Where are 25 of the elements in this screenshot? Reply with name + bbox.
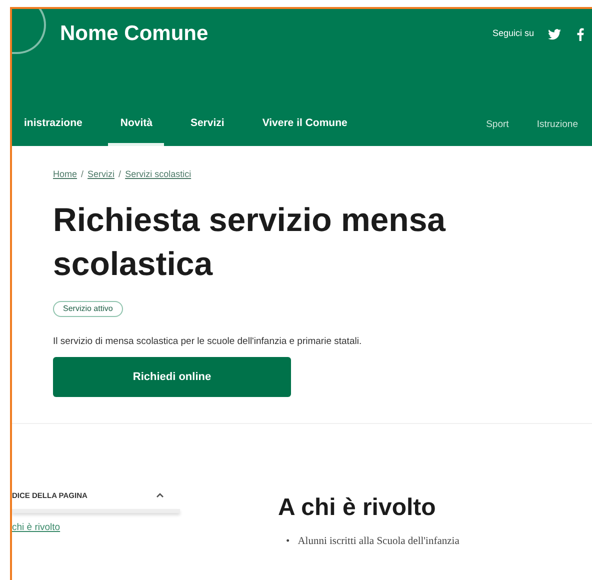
caret-icon[interactable] <box>156 492 164 498</box>
logo-icon <box>12 9 46 54</box>
facebook-icon[interactable] <box>577 28 584 40</box>
secondary-nav-link[interactable]: Sport <box>472 104 523 146</box>
status-badge: Servizio attivo <box>53 300 123 317</box>
section-heading: A chi è rivolto <box>278 492 437 523</box>
nav-tab[interactable]: Novità <box>108 104 164 146</box>
follow-label: Seguici su <box>492 27 534 40</box>
breadcrumb-link[interactable]: Servizi <box>88 169 115 179</box>
bullet-text: Alunni iscritti alla Scuola dell'infanzia <box>298 534 460 549</box>
breadcrumb-link[interactable]: Servizi scolastici <box>125 169 192 179</box>
nav-tab[interactable]: inistrazione <box>12 104 94 146</box>
nav-tab[interactable]: Vivere il Comune <box>250 104 360 146</box>
bullet-marker: • <box>286 534 290 549</box>
twitter-icon[interactable] <box>548 28 561 40</box>
page-title: Richiesta servizio mensa scolastica <box>53 200 447 284</box>
request-online-button[interactable]: Richiedi online <box>53 356 291 397</box>
breadcrumb-separator: / <box>118 169 122 179</box>
breadcrumb-link[interactable]: Home <box>53 169 78 179</box>
nav-tab[interactable]: Servizi <box>178 104 236 146</box>
breadcrumb-separator: / <box>81 169 84 179</box>
description: Il servizio di mensa scolastica per le scuole dell'infanzia e primarie statali. <box>53 334 363 349</box>
site-title[interactable]: Nome Comune <box>60 18 208 50</box>
secondary-nav-link[interactable]: Istruzione <box>522 104 592 146</box>
page-index-link[interactable]: chi è rivolto <box>12 521 180 536</box>
